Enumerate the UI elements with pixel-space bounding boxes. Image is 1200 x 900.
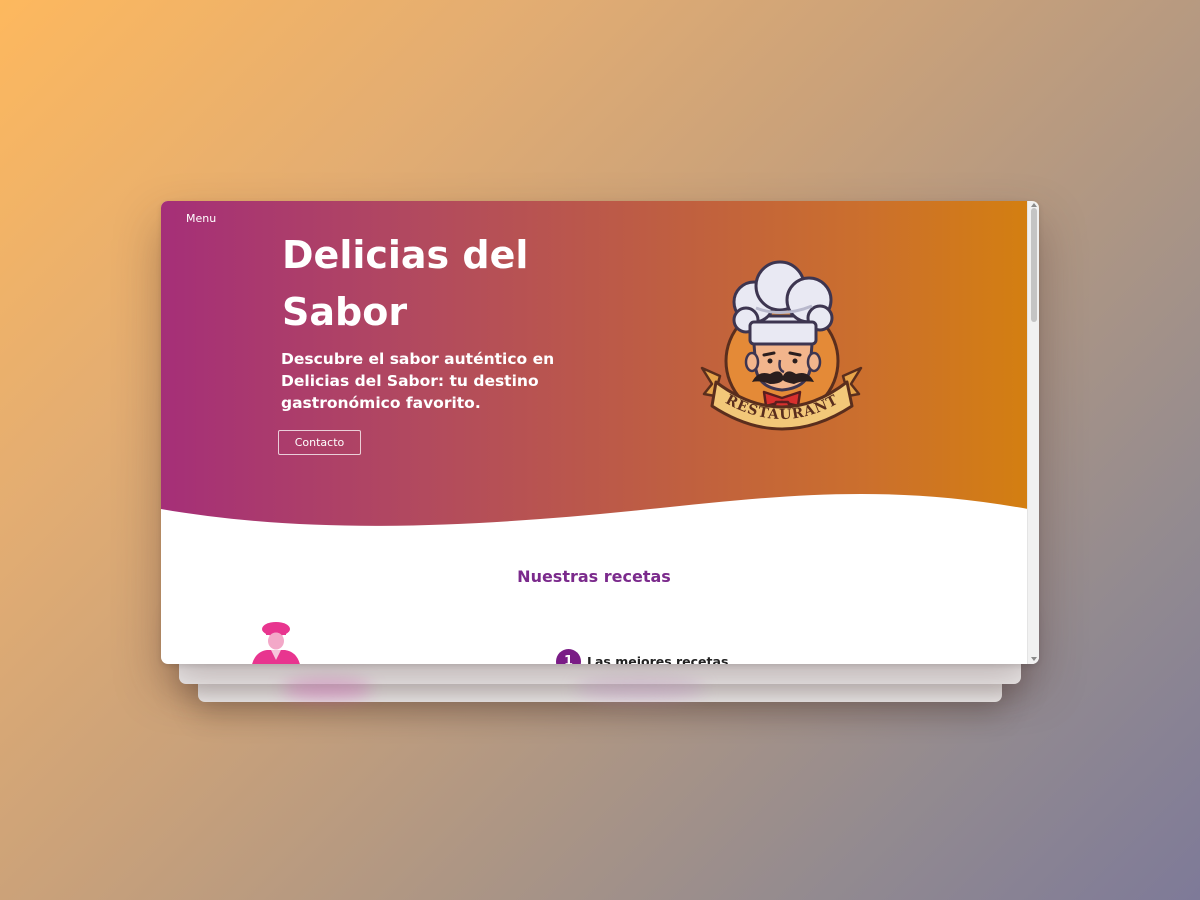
scroll-down-arrow-icon[interactable] (1031, 657, 1037, 661)
chef-restaurant-logo-icon: RESTAURANT (700, 260, 863, 431)
hero-title: Delicias del Sabor (282, 233, 529, 334)
menu-toggle[interactable]: Menu (186, 212, 216, 225)
contact-button[interactable]: Contacto (278, 430, 361, 455)
card-glow-pink (282, 678, 372, 700)
hero-section: Menu Delicias del Sabor Descubre el sabo… (161, 201, 1039, 541)
recipe-feature-item: 1 Las mejores recetas (556, 649, 728, 664)
chef-figure-icon (252, 622, 300, 664)
card-glow-lilac (575, 678, 705, 700)
feature-number-badge: 1 (556, 649, 581, 664)
recipes-section-title: Nuestras recetas (517, 567, 671, 586)
hero-subtitle: Descubre el sabor auténtico en Delicias … (281, 350, 555, 412)
scrollbar-thumb[interactable] (1031, 208, 1037, 322)
vertical-scrollbar[interactable] (1027, 201, 1039, 664)
feature-label: Las mejores recetas (587, 654, 729, 664)
website-window: Menu Delicias del Sabor Descubre el sabo… (161, 201, 1039, 664)
hero-wave (161, 493, 1039, 541)
scroll-up-arrow-icon[interactable] (1031, 203, 1037, 207)
